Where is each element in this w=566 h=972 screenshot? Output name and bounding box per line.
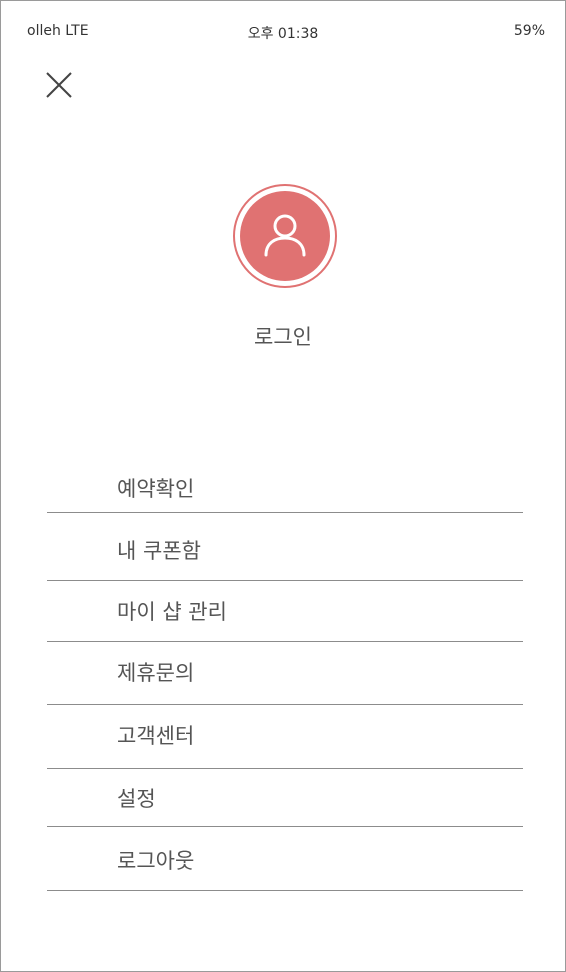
clock: 오후 01:38 [247,26,319,42]
menu-item-label: 로그아웃 [117,849,195,873]
menu-item-logout[interactable]: 로그아웃 [47,827,523,891]
avatar-button[interactable] [233,184,337,288]
side-menu-screen: olleh LTE 오후 01:38 59% 로그인 예약확인 내 쿠폰함 마이… [0,0,566,972]
menu-item-label: 설정 [117,787,156,811]
menu-item-customer-center[interactable]: 고객센터 [47,705,523,769]
menu-item-label: 예약확인 [117,477,195,501]
menu-item-label: 고객센터 [117,724,195,748]
avatar [240,191,330,281]
close-button[interactable] [41,67,77,103]
menu-item-reservations[interactable]: 예약확인 [47,451,523,513]
user-icon [264,214,306,257]
menu-item-coupons[interactable]: 내 쿠폰함 [47,513,523,581]
menu-item-label: 제휴문의 [117,661,195,685]
battery-level: 59% [513,23,545,39]
close-icon [46,72,72,98]
menu-item-partnership[interactable]: 제휴문의 [47,642,523,705]
status-bar: olleh LTE 오후 01:38 59% [1,1,565,59]
menu-item-label: 마이 샵 관리 [117,600,227,624]
menu-item-label: 내 쿠폰함 [117,539,201,563]
menu-item-my-shop[interactable]: 마이 샵 관리 [47,581,523,642]
login-link[interactable]: 로그인 [1,321,565,351]
menu-item-settings[interactable]: 설정 [47,769,523,827]
